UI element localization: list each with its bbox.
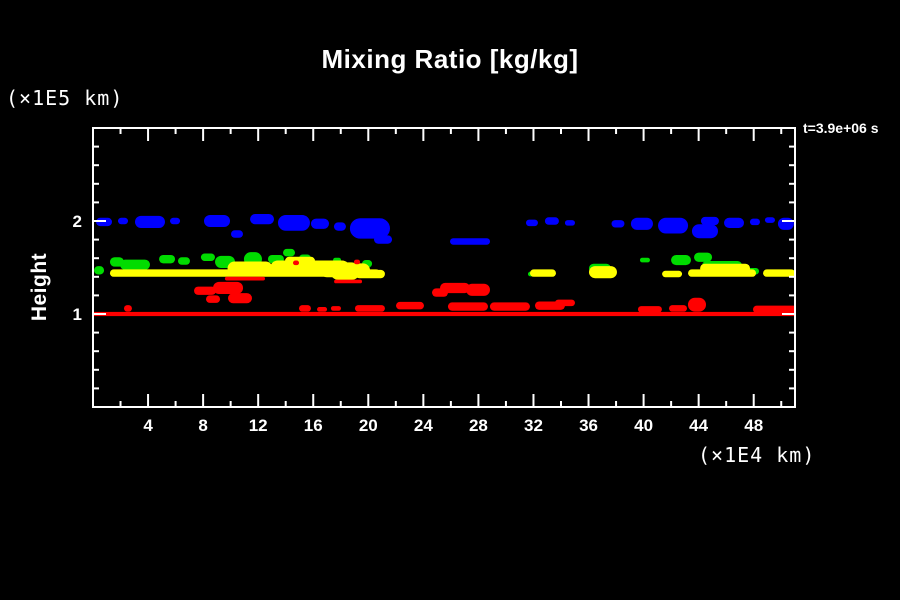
x-tick-label: 44 <box>689 416 708 435</box>
contour-blob-red <box>194 287 216 295</box>
contour-blob-blue <box>765 217 775 223</box>
contour-blob-red <box>334 280 362 284</box>
contour-blob-blue <box>118 218 128 225</box>
contour-blob-blue <box>692 224 718 238</box>
x-tick-label: 48 <box>744 416 763 435</box>
x-tick-label: 20 <box>359 416 378 435</box>
contour-blob-blue <box>231 230 243 237</box>
x-tick-label: 8 <box>198 416 207 435</box>
contour-blob-blue <box>631 218 653 230</box>
contour-blob-green <box>283 249 295 256</box>
contour-blob-red <box>299 305 311 312</box>
contour-blob-red <box>638 306 662 313</box>
x-tick-label: 16 <box>304 416 323 435</box>
contour-blob-red <box>432 288 448 296</box>
contour-blob-red <box>555 300 575 307</box>
contour-blob-yellow <box>589 266 617 278</box>
x-tick-label: 40 <box>634 416 653 435</box>
contour-blob-green <box>159 255 175 263</box>
contour-blob-yellow <box>700 264 750 273</box>
contour-blob-blue <box>565 220 575 226</box>
x-tick-label: 28 <box>469 416 488 435</box>
contour-blob-yellow <box>662 271 682 278</box>
contour-blob-green <box>201 254 215 261</box>
x-tick-label: 4 <box>143 416 153 435</box>
contour-blob-green <box>640 258 650 263</box>
contour-blob-blue <box>135 216 165 228</box>
x-tick-label: 32 <box>524 416 543 435</box>
contour-blob-green <box>94 266 104 274</box>
contour-blob-red <box>669 305 687 312</box>
contour-blob-yellow <box>285 257 315 265</box>
contour-blob-red <box>355 305 385 312</box>
y-tick-label: 1 <box>73 305 82 324</box>
contour-blob-yellow <box>530 269 556 276</box>
contour-blob-blue <box>450 238 490 245</box>
contour-blob-red <box>293 261 299 266</box>
x-tick-label: 24 <box>414 416 433 435</box>
contour-blob-blue <box>724 218 744 228</box>
contour-blob-green <box>178 257 190 264</box>
contour-blob-blue <box>658 218 688 234</box>
contour-blob-blue <box>612 220 625 227</box>
contour-blob-blue <box>545 217 559 224</box>
x-axis-unit-label: (×1E4 km) <box>698 443 815 467</box>
contour-blob-yellow <box>330 262 360 280</box>
contour-blob-green <box>694 253 712 262</box>
contour-blob-blue <box>778 218 794 230</box>
contour-blob-green <box>671 255 691 265</box>
contour-blob-yellow <box>228 261 273 275</box>
contour-blob-red <box>228 293 252 303</box>
plot-area: 481216202428323640444812 <box>0 0 900 600</box>
x-tick-label: 36 <box>579 416 598 435</box>
contour-blob-red <box>317 307 327 312</box>
contour-blob-red <box>225 277 265 281</box>
contour-blob-red <box>490 302 530 310</box>
contour-blob-blue <box>204 215 230 227</box>
contour-blob-red <box>396 302 424 309</box>
chart-canvas: Mixing Ratio [kg/kg] (×1E5 km) t=3.9e+06… <box>0 0 900 600</box>
contour-blob-red <box>124 305 132 312</box>
contour-blob-blue <box>278 215 310 231</box>
contour-layer-line-red <box>93 312 795 316</box>
contour-blob-green <box>120 260 150 270</box>
contour-blob-red <box>688 298 706 312</box>
contour-blob-blue <box>334 222 346 230</box>
x-tick-label: 12 <box>249 416 268 435</box>
contour-blob-red <box>213 282 243 294</box>
contour-blob-yellow <box>763 269 795 276</box>
contour-blob-blue <box>170 218 180 225</box>
contour-blob-red <box>354 260 360 265</box>
contour-blob-red <box>448 302 488 310</box>
contour-blob-red <box>206 295 220 302</box>
contour-blob-blue <box>526 220 538 227</box>
contour-blob-blue <box>374 235 392 243</box>
contour-blob-yellow <box>355 270 385 278</box>
contour-blob-red <box>331 306 341 311</box>
contour-blob-blue <box>250 214 274 224</box>
plot-frame <box>93 128 795 407</box>
y-tick-label: 2 <box>73 212 82 231</box>
contour-blob-red <box>466 284 490 296</box>
contour-blob-blue <box>750 219 760 226</box>
contour-blob-blue <box>311 219 329 229</box>
contour-blob-blue <box>701 217 719 225</box>
